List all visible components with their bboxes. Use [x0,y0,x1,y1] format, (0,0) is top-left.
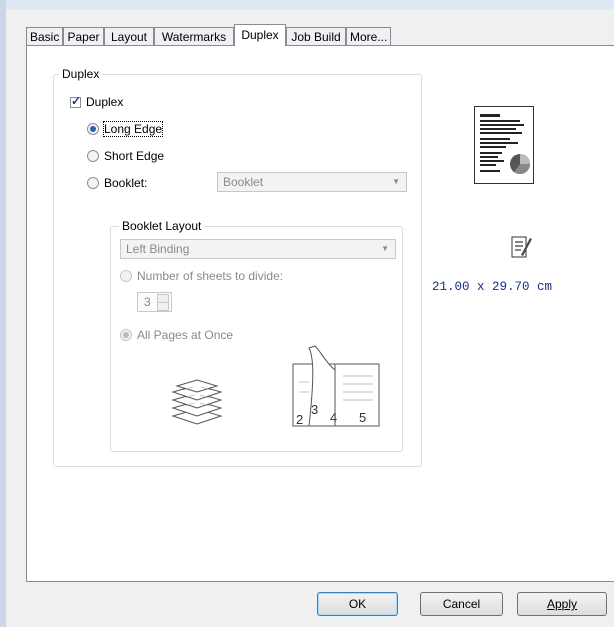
long-edge-option[interactable]: Long Edge [87,121,164,137]
short-edge-option[interactable]: Short Edge [87,149,164,163]
tab-duplex[interactable]: Duplex [234,24,286,46]
ok-button[interactable]: OK [317,592,398,616]
window-left-edge [0,0,6,627]
page-number-3: 3 [311,402,318,417]
sheets-stepper[interactable]: 3 [137,292,172,312]
page-number-4: 4 [330,410,337,425]
tab-watermarks[interactable]: Watermarks [154,27,234,45]
tab-layout[interactable]: Layout [104,27,154,45]
apply-button-label: Apply [546,597,578,611]
document-edit-icon [511,236,532,258]
duplex-checkbox[interactable]: ✓ [70,93,82,108]
stepper-down-icon[interactable] [157,302,169,311]
short-edge-radio[interactable] [87,150,99,162]
page-number-5: 5 [359,410,366,425]
duplex-tab-panel: Duplex ✓ Duplex Long Edge Short Edge Boo… [26,45,614,582]
cancel-button[interactable]: Cancel [420,592,503,616]
apply-button[interactable]: Apply [517,592,607,616]
printer-properties-window: Basic Paper Layout Watermarks Duplex Job… [0,0,614,627]
binding-select-value: Left Binding [126,242,190,256]
duplex-checkbox-row[interactable]: ✓ Duplex [70,93,124,109]
booklet-radio[interactable] [87,177,99,189]
all-pages-radio[interactable] [120,329,132,341]
sheets-stepper-value: 3 [144,295,151,309]
divide-sheets-radio[interactable] [120,270,132,282]
stacked-sheets-icon [171,379,223,425]
chevron-down-icon: ▼ [392,177,400,186]
booklet-select[interactable]: Booklet ▼ [217,172,407,192]
chevron-down-icon: ▼ [381,244,389,253]
tab-more[interactable]: More... [346,27,391,45]
paper-size-text: 21.00 x 29.70 cm [432,280,553,294]
duplex-group-title: Duplex [59,67,103,81]
booklet-layout-title: Booklet Layout [119,219,205,233]
binding-select[interactable]: Left Binding ▼ [120,239,396,259]
duplex-page-preview [474,106,534,184]
duplex-checkbox-label: Duplex [86,95,124,109]
all-pages-label: All Pages at Once [137,328,234,342]
booklet-option[interactable]: Booklet: [87,176,147,190]
booklet-select-value: Booklet [223,175,264,189]
short-edge-label: Short Edge [104,149,165,163]
divide-sheets-label: Number of sheets to divide: [137,269,284,283]
window-top-strip [0,0,614,10]
long-edge-radio[interactable] [87,123,99,135]
long-edge-label: Long Edge [102,121,164,137]
page-number-2: 2 [296,412,303,427]
tab-job-build[interactable]: Job Build [286,27,346,45]
divide-sheets-option[interactable]: Number of sheets to divide: [120,269,283,283]
all-pages-option[interactable]: All Pages at Once [120,328,233,342]
tab-basic[interactable]: Basic [26,27,63,45]
checkmark-icon: ✓ [71,93,82,108]
tab-paper[interactable]: Paper [63,27,104,45]
booklet-binding-illustration: 2 3 4 5 [292,345,380,427]
booklet-label: Booklet: [104,176,148,190]
